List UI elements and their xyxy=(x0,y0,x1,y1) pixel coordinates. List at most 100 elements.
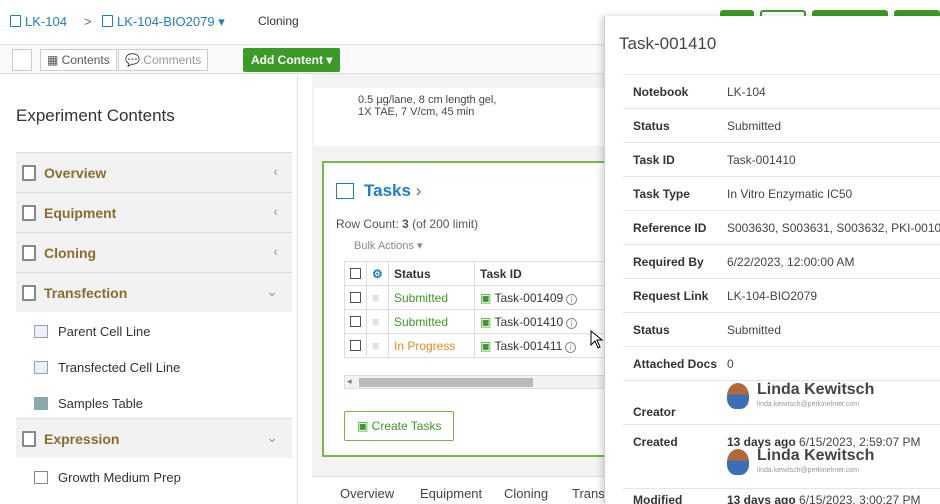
detail-key: Creator xyxy=(633,405,676,419)
sidebar-item-parent-cell-line[interactable]: Parent Cell Line xyxy=(16,314,292,350)
breadcrumb-experiment-label[interactable]: LK-104-BIO2079 xyxy=(117,14,215,29)
sidebar-item-samples-table[interactable]: Samples Table xyxy=(16,386,292,422)
header-task-id[interactable]: Task ID xyxy=(474,261,605,286)
task-details-popover: Task-001410 Notebook LK-104 Status Submitt… xyxy=(604,16,940,504)
info-icon[interactable]: i xyxy=(565,341,577,353)
chevron-down-icon[interactable]: ▾ xyxy=(218,14,225,29)
detail-value: 6/22/2023, 12:00:00 AM xyxy=(727,255,855,269)
chevron-left-icon[interactable]: ‹ xyxy=(273,163,278,179)
task-id-link[interactable]: Task-001411 xyxy=(494,339,562,353)
table-row[interactable]: ≡ In Progress ▣ Task-001411 i xyxy=(344,333,605,358)
tasks-title-label[interactable]: Tasks xyxy=(364,181,411,200)
popover-title: Task-001410 xyxy=(619,34,717,53)
detail-row-status: Status Submitted xyxy=(623,108,940,142)
sidebar-section-overview[interactable]: Overview ‹ xyxy=(16,152,292,192)
task-id-link[interactable]: Task-001409 xyxy=(494,291,563,305)
sidebar-item-growth-medium-prep[interactable]: Growth Medium Prep xyxy=(16,460,292,496)
tasks-title[interactable]: Tasks › xyxy=(364,181,421,201)
row-count-value: 3 xyxy=(402,217,409,231)
breadcrumb-notebook-label[interactable]: LK-104 xyxy=(25,14,67,29)
task-id-cell[interactable]: ▣ Task-001410 i xyxy=(474,309,605,334)
gear-icon[interactable]: ⚙ xyxy=(372,267,383,281)
chevron-down-icon[interactable]: ⌄ xyxy=(266,283,278,300)
contents-tab-label: Contents xyxy=(61,53,110,67)
tab-overview[interactable]: Overview xyxy=(340,486,394,501)
created-by-email: linda.kewitsch@perkinelmer.com xyxy=(757,467,860,474)
section-icon xyxy=(22,205,36,221)
created-by-name: Linda Kewitsch xyxy=(757,447,875,464)
scrollbar-thumb[interactable] xyxy=(359,378,533,387)
sidebar-item-transfected-cell-line[interactable]: Transfected Cell Line xyxy=(16,350,292,386)
content-toolbar: ▦ Contents 💬 Comments Add Content ▾ xyxy=(0,44,610,74)
section-icon xyxy=(22,165,36,181)
drag-handle-icon[interactable]: ≡ xyxy=(366,285,389,310)
table-header-row: ⚙ Status Task ID xyxy=(344,261,605,286)
row-select-cell xyxy=(344,333,367,358)
breadcrumb-experiment[interactable]: LK-104-BIO2079 ▾ xyxy=(102,14,225,30)
collapse-panel-icon[interactable] xyxy=(12,49,32,71)
section-label: Overview xyxy=(44,165,107,181)
detail-row-modified: Modified 13 days ago 6/15/2023, 3:00:27 … xyxy=(623,488,940,504)
tab-equipment[interactable]: Equipment xyxy=(420,486,482,501)
detail-value: 0 xyxy=(727,357,734,371)
breadcrumb-separator: > xyxy=(84,14,92,29)
sidebar-item-label: Samples Table xyxy=(58,396,144,411)
task-id-cell[interactable]: ▣ Task-001409 i xyxy=(474,285,605,310)
chevron-down-icon[interactable]: ⌄ xyxy=(266,429,278,446)
row-checkbox[interactable] xyxy=(350,315,361,327)
creator-name: Linda Kewitsch xyxy=(757,381,875,398)
grid-icon: ▦ xyxy=(47,53,62,67)
info-icon[interactable]: i xyxy=(566,293,578,305)
section-icon xyxy=(22,431,36,447)
contents-tab[interactable]: ▦ Contents xyxy=(40,49,117,71)
tab-transfection[interactable]: Trans xyxy=(572,486,605,501)
sidebar-section-transfection[interactable]: Transfection ⌄ xyxy=(16,272,292,312)
create-tasks-button[interactable]: ▣ Create Tasks xyxy=(344,411,455,441)
protocol-note: 0.5 µg/lane, 8 cm length gel, 1X TAE, 7 … xyxy=(314,88,604,146)
row-checkbox[interactable] xyxy=(350,339,361,351)
detail-value: In Vitro Enzymatic IC50 xyxy=(727,187,853,201)
detail-key: Notebook xyxy=(633,85,689,99)
sidebar-item-label: Growth Medium Prep xyxy=(58,470,181,485)
sidebar: Experiment Contents Overview ‹ Equipment… xyxy=(0,74,298,504)
table-row[interactable]: ≡ Submitted ▣ Task-001409 i xyxy=(344,285,605,310)
sidebar-item-label: Transfected Cell Line xyxy=(58,360,181,375)
detail-key: Modified xyxy=(633,493,683,504)
task-id-cell[interactable]: ▣ Task-001411 i xyxy=(474,333,605,358)
modified-ago: 13 days ago xyxy=(727,493,796,504)
table-row[interactable]: ≡ Submitted ▣ Task-001410 i xyxy=(344,309,605,334)
tab-cloning[interactable]: Cloning xyxy=(504,486,548,501)
select-all-checkbox[interactable] xyxy=(350,267,361,279)
chevron-right-icon[interactable]: › xyxy=(416,181,422,200)
chevron-left-icon[interactable]: ‹ xyxy=(273,243,278,259)
detail-key: Status xyxy=(633,323,670,337)
horizontal-scrollbar[interactable]: ◂ xyxy=(344,375,608,389)
scroll-left-icon[interactable]: ◂ xyxy=(347,376,352,387)
comments-tab-label: Comments xyxy=(143,53,202,67)
bulk-actions-dropdown[interactable]: Bulk Actions ▾ xyxy=(354,239,423,252)
info-icon[interactable]: i xyxy=(566,317,578,329)
detail-key: Attached Docs xyxy=(633,357,718,371)
task-id-link[interactable]: Task-001410 xyxy=(494,315,563,329)
comments-tab[interactable]: 💬 Comments xyxy=(118,49,209,71)
sidebar-section-equipment[interactable]: Equipment ‹ xyxy=(16,192,292,232)
breadcrumb-notebook[interactable]: LK-104 xyxy=(10,14,67,29)
comments-icon: 💬 xyxy=(125,53,144,67)
chevron-left-icon[interactable]: ‹ xyxy=(273,203,278,219)
detail-value: Task-001410 xyxy=(727,153,796,167)
detail-row-request-link: Request Link LK-104-BIO2079 xyxy=(623,278,940,312)
sidebar-section-expression[interactable]: Expression ⌄ xyxy=(16,418,292,458)
detail-value[interactable]: LK-104-BIO2079 xyxy=(727,289,817,303)
drag-handle-icon[interactable]: ≡ xyxy=(366,333,389,358)
modified-date: 6/15/2023, 3:00:27 PM xyxy=(799,493,921,504)
drag-handle-icon[interactable]: ≡ xyxy=(366,309,389,334)
detail-key: Required By xyxy=(633,255,704,269)
table-icon xyxy=(34,361,48,374)
add-content-button[interactable]: Add Content ▾ xyxy=(243,48,341,72)
samples-icon xyxy=(34,397,48,410)
header-status[interactable]: Status xyxy=(388,261,475,286)
sidebar-section-cloning[interactable]: Cloning ‹ xyxy=(16,232,292,272)
detail-value: Submitted xyxy=(727,119,782,133)
row-checkbox[interactable] xyxy=(350,291,361,303)
detail-row-attached-docs: Attached Docs 0 xyxy=(623,346,940,380)
